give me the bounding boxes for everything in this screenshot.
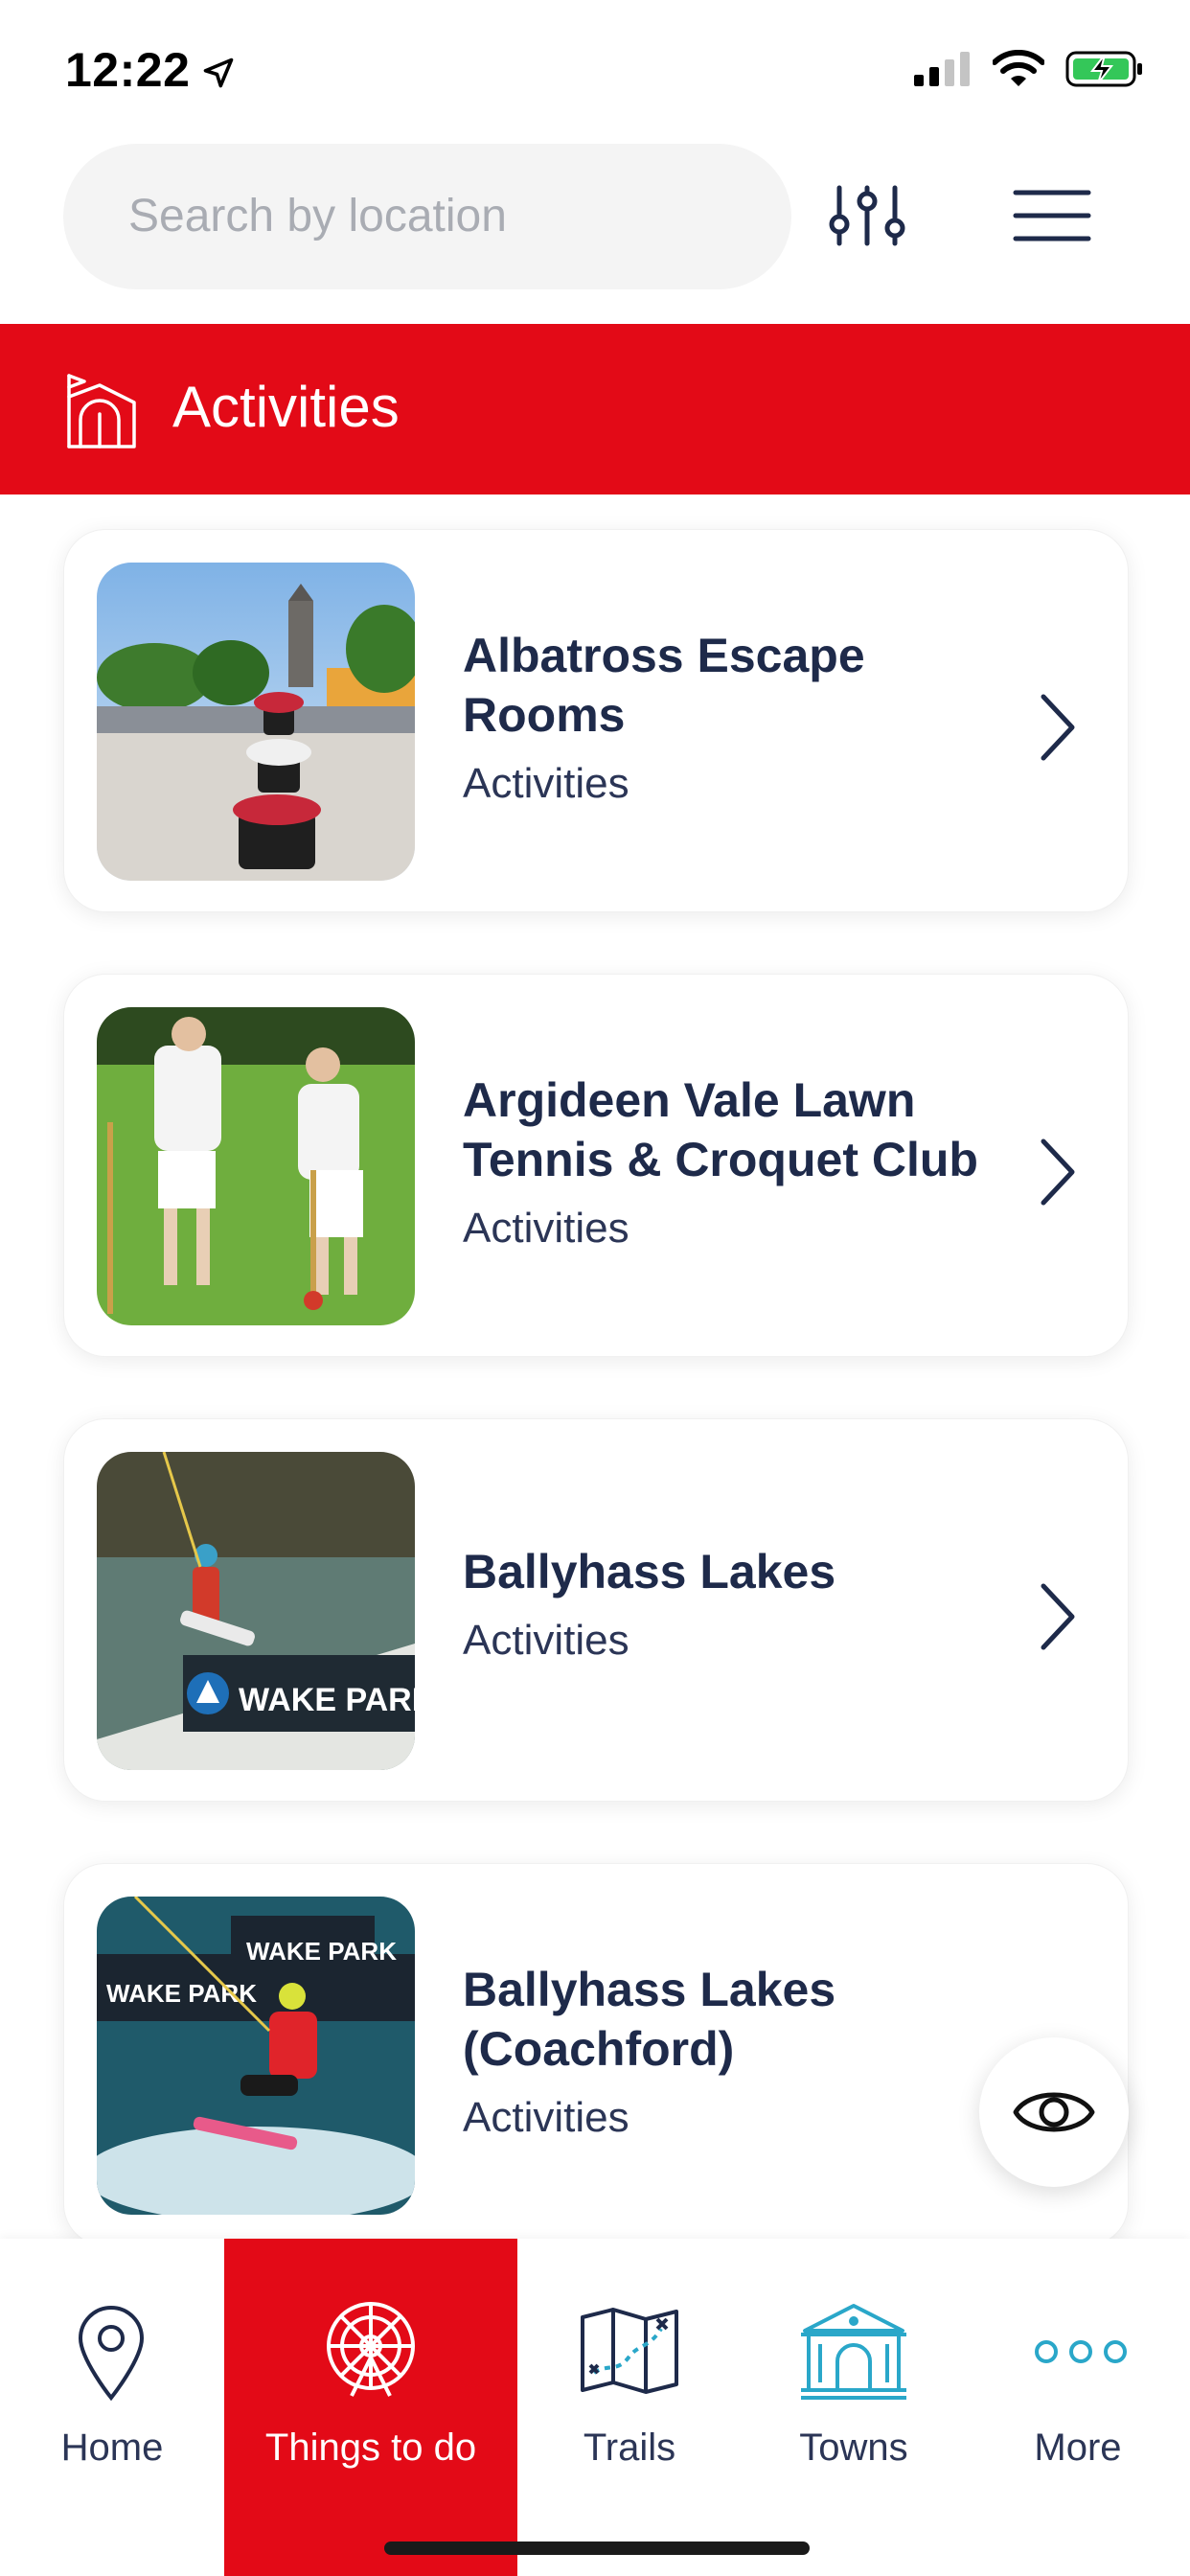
status-time: 12:22	[65, 43, 191, 97]
eye-icon	[1013, 2092, 1095, 2132]
svg-text:WAKE PARK: WAKE PARK	[106, 1979, 257, 2008]
sliders-icon[interactable]	[824, 182, 910, 249]
status-bar: 12:22	[0, 0, 1190, 144]
card-image: WAKE PARK	[97, 1452, 415, 1770]
trail-map-icon	[581, 2308, 678, 2394]
chevron-right-icon	[1041, 694, 1075, 761]
chevron-right-icon	[1041, 1138, 1075, 1206]
hamburger-menu-icon[interactable]	[1012, 187, 1092, 244]
nav-home[interactable]: Home	[0, 2239, 224, 2576]
nav-label: Trails	[583, 2426, 676, 2469]
map-pin-icon	[78, 2306, 145, 2402]
svg-text:WAKE PARK: WAKE PARK	[239, 1682, 415, 1718]
svg-text:WAKE PARK: WAKE PARK	[246, 1937, 397, 1966]
wifi-icon	[993, 50, 1044, 86]
card-category: Activities	[463, 1205, 629, 1252]
nav-more[interactable]: More	[966, 2239, 1190, 2576]
bottom-navigation: Home Things to do Trails Towns More	[0, 2239, 1190, 2576]
location-arrow-icon	[203, 58, 234, 88]
chevron-right-icon	[1041, 1583, 1075, 1650]
nav-towns[interactable]: Towns	[742, 2239, 966, 2576]
cellular-signal-icon	[914, 52, 970, 86]
nav-trails[interactable]: Trails	[517, 2239, 742, 2576]
accessibility-eye-button[interactable]	[979, 2037, 1129, 2187]
more-dots-icon	[1035, 2340, 1127, 2363]
nav-label: Towns	[799, 2426, 908, 2469]
nav-things-to-do[interactable]: Things to do	[224, 2239, 517, 2576]
search-input[interactable]: Search by location	[63, 144, 791, 289]
list-item[interactable]: WAKE PARK WAKE PARK Ballyhass Lakes (Coa…	[63, 1863, 1129, 2246]
list-item[interactable]: WAKE PARK Ballyhass Lakes Activities	[63, 1418, 1129, 1802]
card-title: Albatross Escape Rooms	[463, 629, 865, 742]
card-title: Argideen Vale Lawn Tennis & Croquet Club	[463, 1073, 978, 1186]
list-item[interactable]: Albatross Escape Rooms Activities	[63, 529, 1129, 912]
card-category: Activities	[463, 1617, 629, 1664]
card-image	[97, 563, 415, 881]
card-category: Activities	[463, 2094, 629, 2141]
activities-tent-icon	[67, 374, 136, 448]
list-item[interactable]: Argideen Vale Lawn Tennis & Croquet Club…	[63, 974, 1129, 1357]
nav-label: Things to do	[264, 2426, 477, 2469]
card-title: Ballyhass Lakes (Coachford)	[463, 1963, 836, 2076]
card-image: WAKE PARK WAKE PARK	[97, 1897, 415, 2215]
section-title: Activities	[172, 375, 400, 439]
nav-label: Home	[60, 2426, 164, 2469]
card-category: Activities	[463, 760, 629, 807]
search-placeholder: Search by location	[128, 191, 507, 242]
card-image	[97, 1007, 415, 1325]
battery-charging-icon	[1065, 51, 1142, 87]
ferris-wheel-icon	[327, 2302, 415, 2397]
nav-label: More	[1034, 2426, 1122, 2469]
town-hall-icon	[801, 2304, 906, 2400]
card-title: Ballyhass Lakes	[463, 1545, 836, 1598]
home-indicator[interactable]	[384, 2542, 810, 2555]
